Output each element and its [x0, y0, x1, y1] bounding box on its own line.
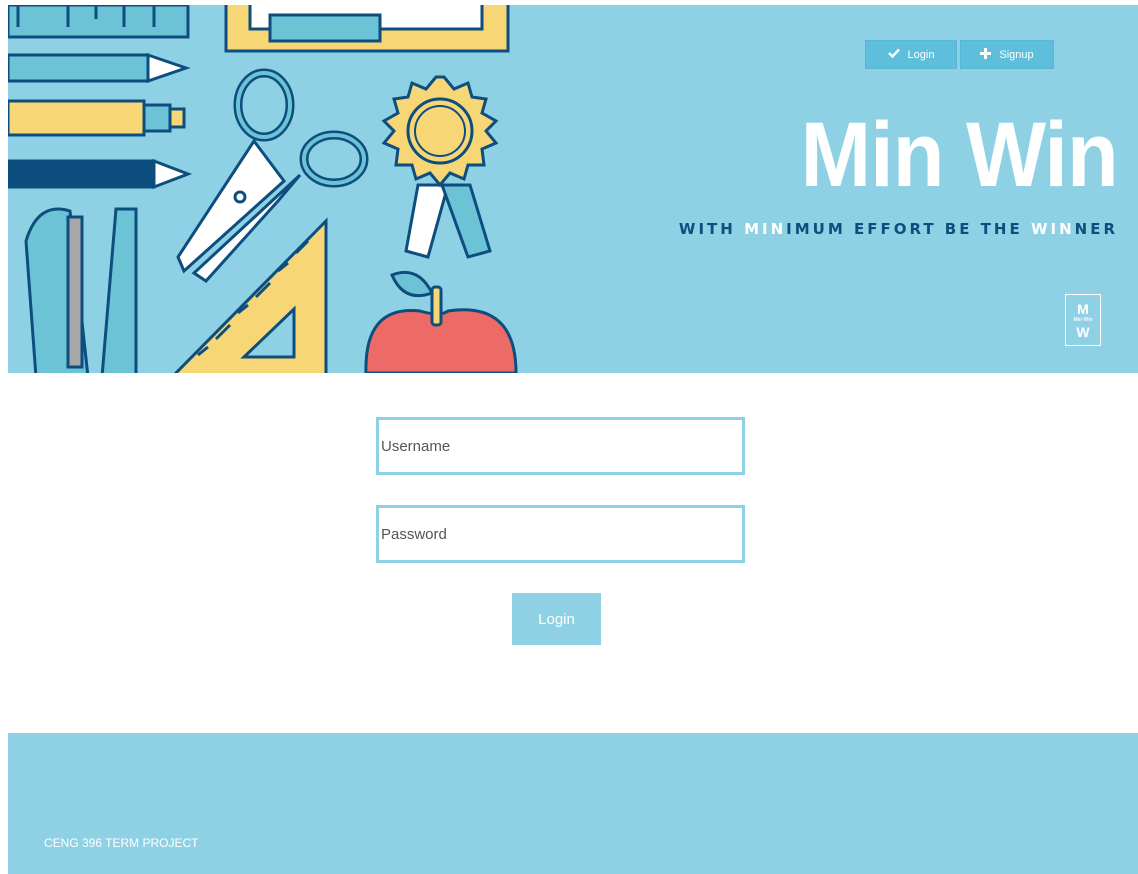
nav-signup-label: Signup: [999, 48, 1034, 61]
password-placeholder: Password: [381, 525, 447, 543]
password-input[interactable]: Password: [376, 505, 745, 563]
tagline-highlight: MIN: [744, 220, 787, 238]
tagline-part: WITH: [678, 220, 745, 238]
logo-letter-top: M: [1077, 300, 1089, 317]
brand-title: Min Win: [800, 104, 1119, 206]
login-form: Username Password Login: [0, 373, 1138, 733]
header-banner: Login Signup Min Win WITH MINIMUM EFFORT…: [8, 5, 1138, 373]
top-nav: Login Signup: [865, 40, 1054, 69]
tagline-highlight: WIN: [1030, 220, 1075, 238]
award-ribbon-icon: [381, 75, 499, 259]
school-supplies-illustration: [8, 5, 518, 373]
scissors-icon: [176, 68, 369, 283]
ruler-icon: [8, 5, 190, 39]
tagline-part: NER: [1074, 220, 1118, 238]
stapler-icon: [24, 207, 138, 373]
pencil-icon: [8, 52, 191, 84]
logo-badge: M Min Win W: [1065, 294, 1101, 346]
apple-icon: [364, 270, 518, 373]
plus-icon: [980, 47, 992, 62]
login-submit-button[interactable]: Login: [512, 593, 601, 645]
nav-signup-button[interactable]: Signup: [960, 40, 1054, 69]
clipboard-icon: [224, 5, 510, 53]
logo-letter-bottom: W: [1076, 323, 1090, 340]
username-input[interactable]: Username: [376, 417, 745, 475]
nav-login-button[interactable]: Login: [865, 40, 957, 69]
marker-icon: [8, 99, 186, 137]
username-placeholder: Username: [381, 437, 451, 455]
nav-login-label: Login: [907, 48, 935, 61]
logo-small-text: Min Win: [1073, 316, 1093, 323]
dark-pencil-icon: [8, 158, 193, 190]
tagline-part: IMUM EFFORT BE THE: [786, 220, 1031, 238]
check-icon: [887, 48, 900, 61]
footer-text: CENG 396 TERM PROJECT: [44, 836, 199, 850]
footer: CENG 396 TERM PROJECT: [8, 733, 1138, 874]
tagline: WITH MINIMUM EFFORT BE THE WINNER: [679, 220, 1118, 238]
